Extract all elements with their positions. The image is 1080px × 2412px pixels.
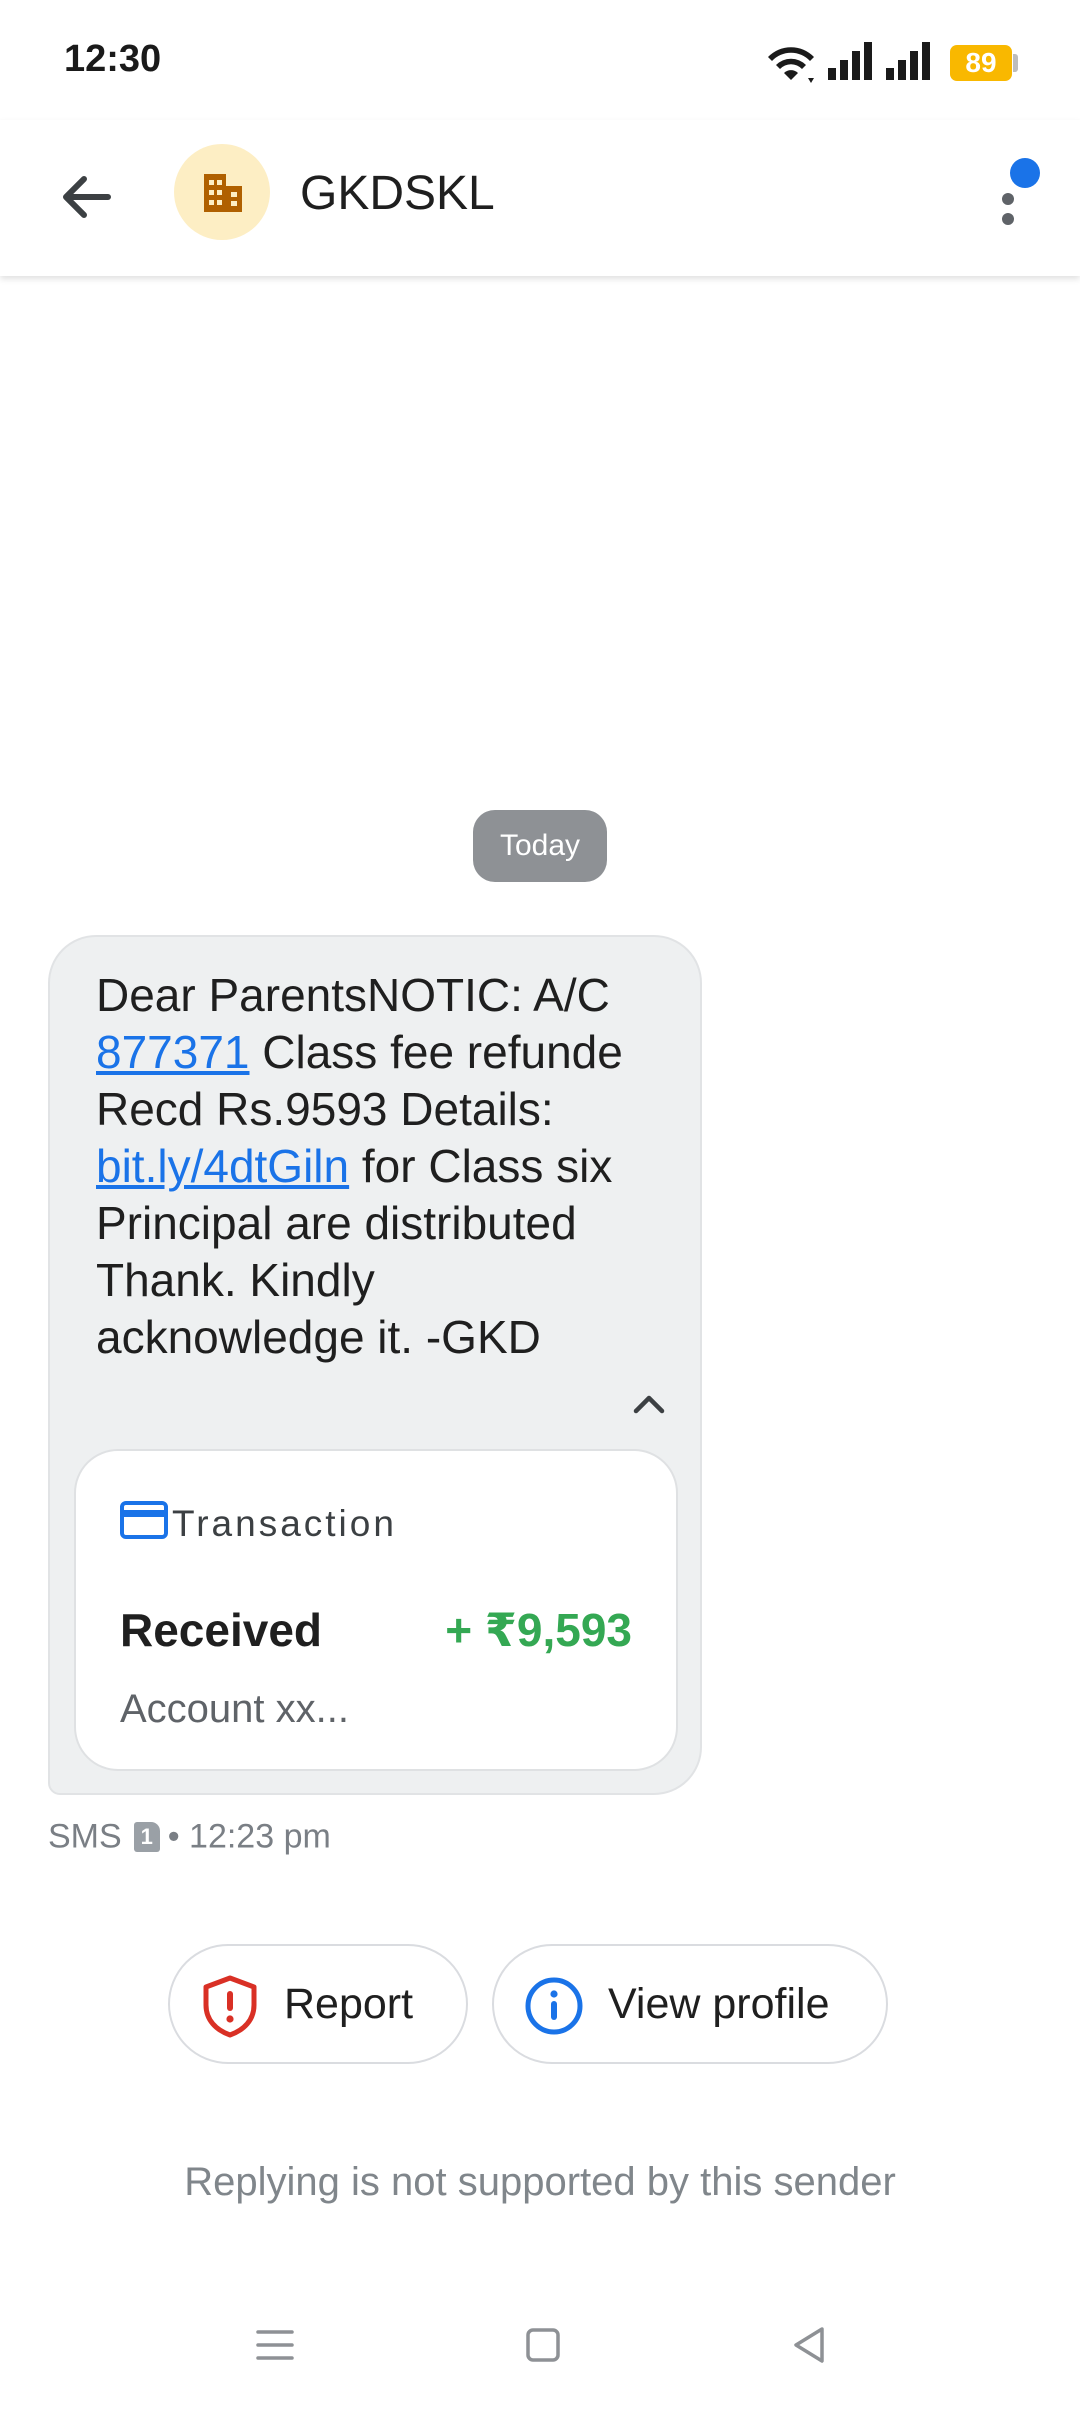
back-arrow-icon[interactable] <box>50 162 120 232</box>
message-meta: SMS 1 • 12:23 pm <box>48 1816 331 1857</box>
credit-card-icon <box>120 1501 168 1539</box>
account-number-link[interactable]: 877371 <box>96 1026 250 1078</box>
home-icon[interactable] <box>520 2322 566 2368</box>
view-profile-label: View profile <box>608 1980 830 2028</box>
transaction-status: Received <box>120 1604 323 1656</box>
battery-icon: 89 <box>950 45 1012 81</box>
conversation-title: GKDSKL <box>300 167 495 220</box>
card-label: Transaction <box>172 1503 397 1544</box>
back-icon[interactable] <box>786 2322 832 2368</box>
view-profile-button[interactable]: View profile <box>492 1944 888 2064</box>
reply-not-supported-note: Replying is not supported by this sender <box>184 2160 896 2204</box>
status-time: 12:30 <box>64 38 162 80</box>
avatar[interactable] <box>174 144 270 240</box>
menu-icon[interactable] <box>252 2322 298 2368</box>
app-bar: GKDSKL <box>0 120 1080 276</box>
business-icon <box>204 174 242 212</box>
message-text-part: Dear ParentsNOTIC: A/C <box>96 969 610 1021</box>
battery-nub <box>1013 54 1018 72</box>
status-bar: 12:30 89 <box>0 0 1080 120</box>
chevron-up-icon[interactable] <box>624 1383 674 1423</box>
report-shield-icon <box>203 1975 257 2038</box>
transaction-card[interactable]: Transaction Received + ₹9,593 Account xx… <box>74 1449 678 1771</box>
report-label: Report <box>284 1980 414 2028</box>
notification-dot <box>1010 158 1040 188</box>
channel-label: SMS <box>48 1817 122 1856</box>
url-link[interactable]: bit.ly/4dtGiln <box>96 1140 349 1192</box>
message-bubble[interactable]: Dear ParentsNOTIC: A/C 877371 Class fee … <box>48 935 702 1795</box>
wifi-icon <box>768 47 814 83</box>
signal-icon-2 <box>886 42 930 80</box>
report-button[interactable]: Report <box>168 1944 468 2064</box>
screen: { "status_bar": { "time": "12:30", "batt… <box>0 0 1080 2412</box>
signal-icon <box>828 42 872 80</box>
info-icon <box>525 1977 583 2035</box>
message-text: Dear ParentsNOTIC: A/C 877371 Class fee … <box>96 967 636 1366</box>
sim-icon: 1 <box>133 1822 160 1853</box>
date-divider: Today <box>473 810 607 882</box>
transaction-account: Account xx... <box>120 1687 349 1731</box>
transaction-amount: + ₹9,593 <box>445 1604 632 1656</box>
message-time: • 12:23 pm <box>167 1817 331 1856</box>
